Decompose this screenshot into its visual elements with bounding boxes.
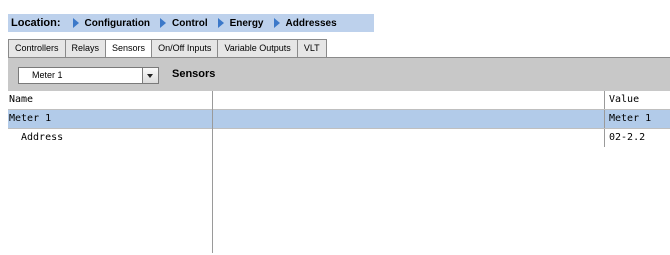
breadcrumb: Location: Configuration Control Energy A… [8,14,374,32]
table-row[interactable]: Meter 1 Meter 1 [8,110,670,129]
table-cell-value: Meter 1 [609,113,652,124]
tab-on-off-inputs[interactable]: On/Off Inputs [152,39,219,58]
arrow-right-icon [160,18,167,28]
table-row[interactable]: Address 02-2.2 [8,129,670,147]
arrow-right-icon [72,18,79,28]
column-header-value[interactable]: Value [609,94,639,105]
table-cell-name: Address [21,132,64,143]
column-header-name[interactable]: Name [9,94,33,105]
column-divider[interactable] [604,91,605,109]
table-cell-name: Meter 1 [9,113,52,124]
toolbar: Meter 1 Sensors [8,57,670,91]
breadcrumb-item-label: Configuration [84,17,151,29]
section-title: Sensors [172,68,216,80]
column-divider [604,110,605,128]
column-divider [604,129,605,147]
breadcrumb-item-control[interactable]: Control [160,18,208,29]
properties-table: Name Value Meter 1 Meter 1 Address 02-2.… [8,91,670,147]
tab-sensors[interactable]: Sensors [106,39,153,58]
tab-bar: Controllers Relays Sensors On/Off Inputs… [8,39,327,58]
breadcrumb-item-label: Control [172,17,208,29]
tab-relays[interactable]: Relays [65,39,107,58]
arrow-right-icon [217,18,224,28]
breadcrumb-item-label: Energy [229,17,264,29]
tab-controllers[interactable]: Controllers [8,39,66,58]
table-cell-value: 02-2.2 [609,132,646,143]
dropdown-button[interactable] [142,68,158,83]
breadcrumb-item-label: Addresses [285,17,337,29]
chevron-down-icon [147,74,153,78]
breadcrumb-item-addresses[interactable]: Addresses [273,17,337,29]
meter-select[interactable]: Meter 1 [18,67,159,84]
meter-select-value: Meter 1 [32,70,63,80]
table-header: Name Value [8,91,670,110]
breadcrumb-location-label: Location: [11,17,61,29]
tab-variable-outputs[interactable]: Variable Outputs [218,39,298,58]
breadcrumb-item-energy[interactable]: Energy [217,17,264,29]
breadcrumb-item-configuration[interactable]: Configuration [72,17,151,29]
tab-vlt[interactable]: VLT [297,39,327,58]
arrow-right-icon [273,18,280,28]
pane-splitter[interactable] [212,91,213,253]
